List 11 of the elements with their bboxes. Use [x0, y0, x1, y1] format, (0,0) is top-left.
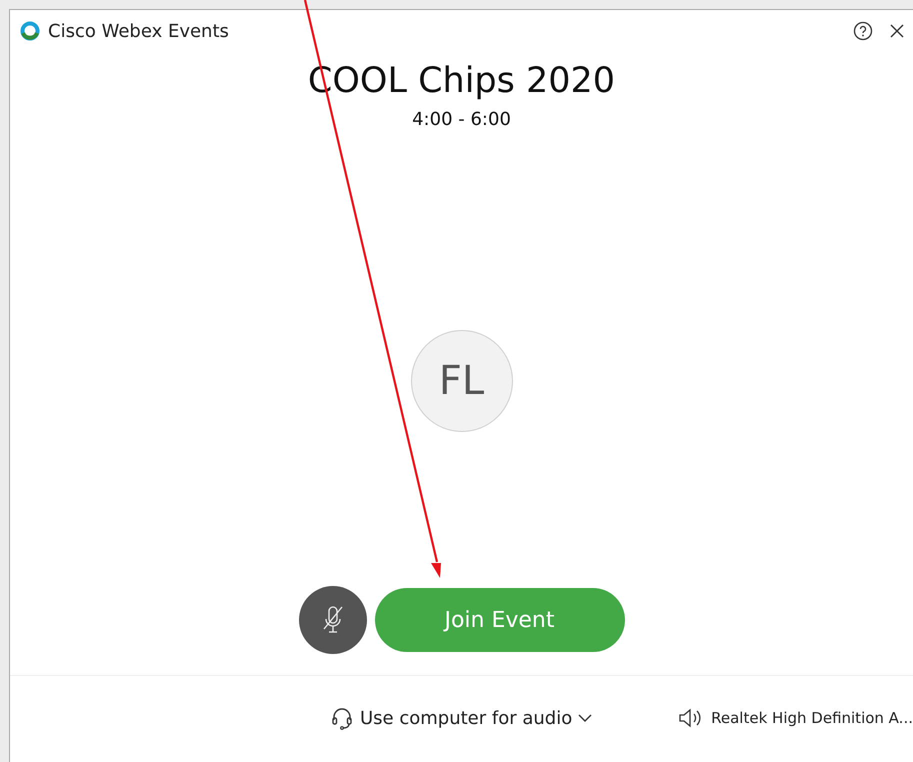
headset-icon: [330, 706, 354, 730]
avatar: FL: [410, 330, 512, 432]
close-icon[interactable]: [889, 23, 905, 39]
help-icon[interactable]: [853, 21, 873, 41]
audio-connection-dropdown[interactable]: Use computer for audio: [330, 704, 592, 732]
speaker-device-label: Realtek High Definition A...: [711, 708, 913, 729]
speaker-icon: [677, 706, 704, 730]
window-title: Cisco Webex Events: [48, 20, 229, 44]
chevron-down-icon: [578, 713, 592, 723]
event-time: 4:00 - 6:00: [412, 108, 511, 132]
app-logo-icon: [20, 21, 40, 41]
